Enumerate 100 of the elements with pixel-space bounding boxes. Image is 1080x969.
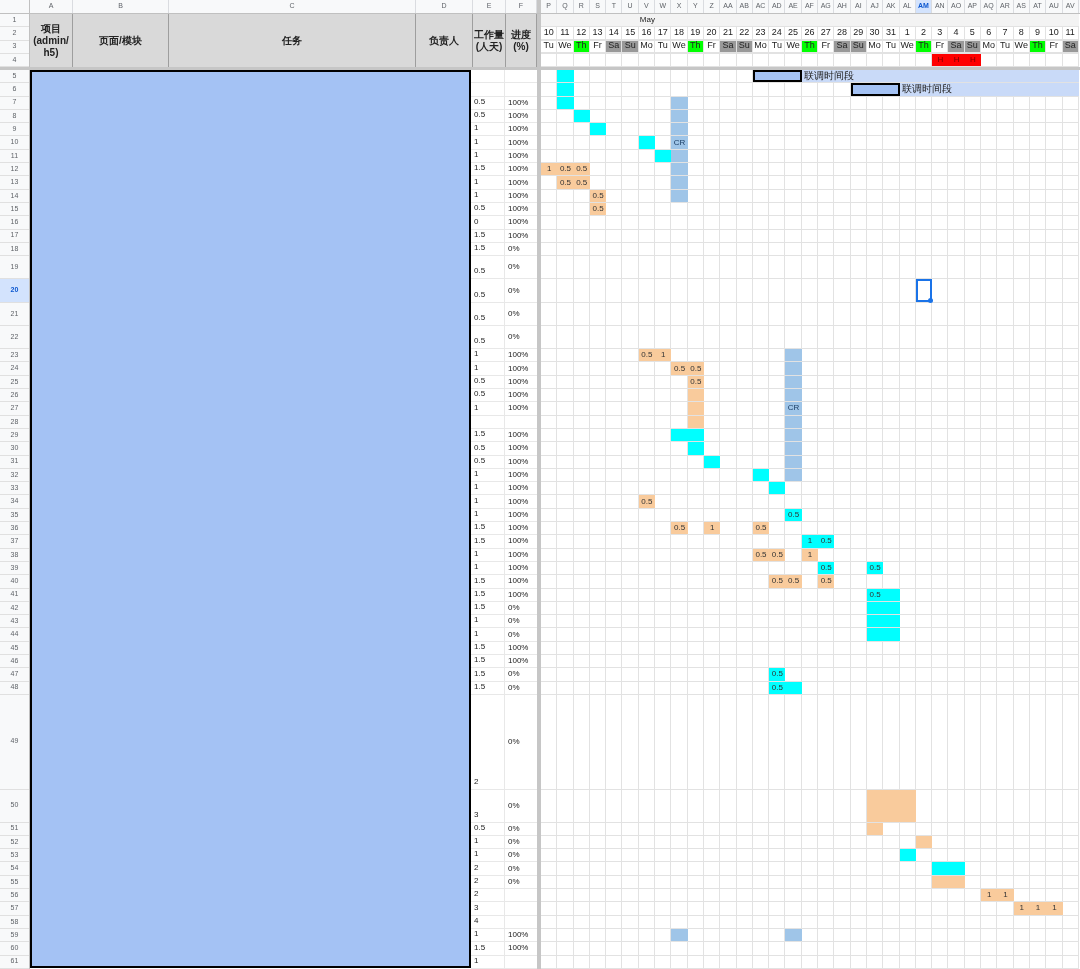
- cell-selection[interactable]: [915, 279, 933, 302]
- table-cell-text: 3: [473, 902, 480, 914]
- table-cell-text: 1.5: [473, 229, 487, 241]
- table-cell-text: 0.5: [473, 311, 487, 324]
- table-cell-text: 100%: [507, 495, 530, 508]
- table-cell-text: 100%: [507, 655, 530, 668]
- table-cell-text: 0.5: [473, 265, 487, 278]
- table-cell-text: 0%: [507, 261, 521, 274]
- table-cell-text: 1.5: [473, 242, 487, 255]
- table-cell-text: 0.5: [473, 96, 487, 108]
- gantt-cell: 0.5: [638, 349, 656, 362]
- table-cell-text: 3: [473, 808, 480, 821]
- table-cell-text: 0.5: [473, 202, 487, 215]
- date-cell: 23: [752, 27, 770, 40]
- gantt-cell: 0.5: [557, 163, 574, 176]
- table-cell-text: 0.5: [473, 455, 487, 467]
- date-cell: 11: [1062, 27, 1079, 40]
- date-cell: 27: [818, 27, 835, 40]
- table-cell-text: 100%: [507, 389, 530, 402]
- column-title: 工作量 (人天): [473, 14, 506, 67]
- table-cell-text: 100%: [507, 136, 530, 149]
- timeline-box: [850, 83, 900, 96]
- table-cell-text: 0%: [507, 849, 521, 862]
- table-cell-text: 1.5: [473, 522, 487, 534]
- weekday-cell: Fr: [1046, 40, 1063, 53]
- gantt-cell: 0.5: [769, 668, 786, 681]
- column-title: 项目 (admin/ h5): [30, 14, 73, 67]
- gantt-cell: 0.5: [818, 535, 835, 548]
- date-cell: 6: [981, 27, 998, 40]
- date-cell: 4: [948, 27, 965, 40]
- table-cell-text: 1: [473, 628, 480, 640]
- gantt-cell: CR: [785, 402, 802, 415]
- weekday-cell: Mo: [866, 40, 884, 53]
- weekday-cell: Tu: [769, 40, 786, 53]
- table-cell-text: 4: [473, 915, 480, 927]
- gantt-cell: 1: [997, 889, 1014, 902]
- table-cell-text: 0.5: [473, 389, 487, 401]
- weekday-cell: Mo: [981, 40, 998, 53]
- date-cell: 3: [932, 27, 949, 40]
- date-cell: 2: [915, 27, 933, 40]
- table-cell-text: 0%: [507, 615, 521, 628]
- table-cell-text: 1: [473, 548, 480, 560]
- table-cell-text: 0: [473, 216, 480, 228]
- table-cell-text: 1: [473, 928, 480, 941]
- table-cell-text: 1: [473, 835, 480, 848]
- weekday-cell: Mo: [752, 40, 770, 53]
- table-cell-text: 0%: [507, 628, 521, 641]
- gantt-cell: 0.5: [557, 176, 574, 189]
- table-cell-text: 100%: [507, 402, 530, 415]
- column-title: 页面/模块: [73, 14, 169, 67]
- date-cell: 20: [703, 27, 721, 40]
- table-cell-text: 100%: [507, 535, 530, 548]
- table-cell-text: 1: [473, 482, 480, 494]
- table-cell-text: 0%: [507, 836, 521, 848]
- date-cell: 28: [834, 27, 851, 40]
- column-title: 负责人: [416, 14, 473, 67]
- column-title: 进度 (%): [506, 14, 537, 67]
- table-cell-text: 100%: [507, 163, 530, 176]
- table-cell-text: 100%: [507, 96, 530, 109]
- table-cell-text: 1.5: [473, 641, 487, 653]
- table-cell-text: 100%: [507, 548, 530, 561]
- table-cell-text: 2: [473, 775, 480, 788]
- date-cell: 18: [671, 27, 688, 40]
- weekday-cell: Tu: [655, 40, 672, 53]
- table-cell-text: 1: [473, 349, 480, 361]
- fill-handle[interactable]: [928, 297, 934, 303]
- table-cell-text: 1: [473, 849, 480, 861]
- gantt-cell: 0.5: [785, 575, 802, 588]
- table-cell-text: 0.5: [473, 109, 487, 122]
- table-cell-text: 1: [473, 189, 480, 201]
- table-cell-text: 1: [473, 176, 480, 188]
- gantt-cell: 1: [981, 889, 998, 902]
- weekday-cell: Mo: [638, 40, 656, 53]
- table-cell-text: 0.5: [473, 375, 487, 388]
- table-cell-text: 100%: [507, 442, 530, 455]
- date-cell: 17: [655, 27, 672, 40]
- date-cell: 10: [1046, 27, 1063, 40]
- weekday-cell: We: [899, 40, 916, 53]
- gantt-cell: 1: [703, 522, 721, 535]
- weekday-cell: We: [671, 40, 688, 53]
- table-cell-text: 0%: [507, 307, 521, 320]
- weekday-cell: We: [1013, 40, 1030, 53]
- table-cell-text: 1: [473, 402, 480, 414]
- table-cell-text: 100%: [507, 562, 530, 575]
- gantt-cell: 0.5: [769, 575, 786, 588]
- date-cell: 22: [736, 27, 753, 40]
- date-cell: 14: [606, 27, 623, 40]
- date-cell: 26: [801, 27, 819, 40]
- table-cell-text: 0.5: [473, 822, 487, 834]
- date-cell: 10: [541, 27, 558, 40]
- table-cell-text: 1: [473, 508, 480, 520]
- date-cell: 7: [997, 27, 1014, 40]
- date-cell: 9: [1029, 27, 1047, 40]
- table-cell-text: 100%: [507, 508, 530, 521]
- weekday-cell: Tu: [541, 40, 558, 53]
- gantt-cell: 1: [1046, 902, 1063, 915]
- table-cell-text: 0%: [507, 331, 521, 344]
- table-cell-text: 1: [473, 136, 480, 148]
- table-cell-text: 100%: [507, 429, 530, 442]
- gantt-cell: 0.5: [671, 362, 688, 375]
